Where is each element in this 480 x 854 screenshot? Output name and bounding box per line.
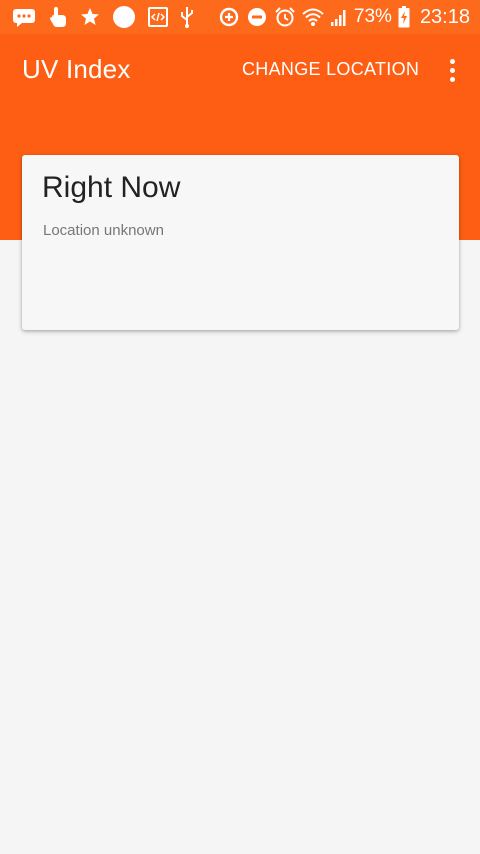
location-status: Location unknown (43, 222, 164, 239)
change-location-button[interactable]: CHANGE LOCATION (242, 59, 419, 80)
more-vert-icon[interactable] (438, 52, 466, 88)
star-icon (80, 6, 100, 28)
menu-dot (449, 67, 455, 73)
circle-icon (112, 6, 136, 28)
battery-percent: 73% (353, 6, 392, 27)
status-system-icons: 73% 23:18 (218, 6, 480, 29)
clock: 23:18 (419, 5, 470, 28)
wifi-icon (302, 6, 324, 28)
status-notification-icons (0, 6, 194, 28)
signal-icon (330, 6, 348, 28)
touch-icon (48, 6, 68, 28)
alarm-icon (274, 6, 296, 28)
app-title: UV Index (22, 54, 131, 84)
battery-charging-icon (398, 6, 410, 28)
uv-card: Right Now Location unknown (22, 155, 459, 330)
card-title: Right Now (42, 171, 181, 204)
chat-icon (12, 6, 36, 28)
usb-icon (180, 6, 194, 28)
code-icon (148, 6, 168, 28)
menu-dot (449, 76, 455, 82)
data-saver-icon (218, 6, 240, 28)
status-bar: 73% 23:18 (0, 0, 480, 34)
do-not-disturb-icon (246, 6, 268, 28)
menu-dot (449, 58, 455, 64)
